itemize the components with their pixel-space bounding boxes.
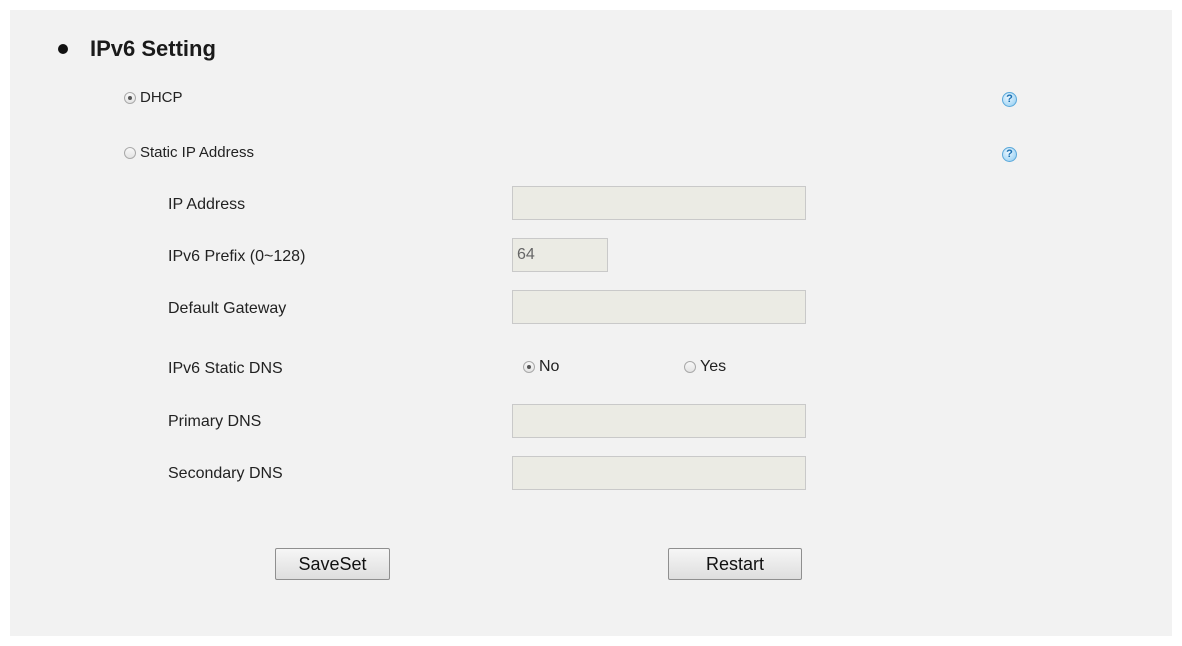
bullet-icon: [58, 44, 68, 54]
secondary-dns-input[interactable]: [512, 456, 806, 490]
section-title-text: IPv6 Setting: [90, 36, 216, 61]
static-dns-yes-radio[interactable]: [684, 361, 696, 373]
static-ip-label: Static IP Address: [140, 144, 254, 161]
primary-dns-input[interactable]: [512, 404, 806, 438]
static-ip-radio[interactable]: [124, 146, 136, 159]
static-dns-no-radio[interactable]: [523, 361, 535, 373]
ip-address-label: IP Address: [168, 196, 246, 213]
primary-dns-label: Primary DNS: [168, 413, 262, 430]
static-dns-no-label: No: [539, 358, 560, 375]
ip-address-input[interactable]: [512, 186, 806, 220]
dhcp-option[interactable]: DHCP: [124, 89, 183, 106]
section-title: IPv6 Setting: [58, 36, 216, 62]
static-ip-help-icon[interactable]: ?: [1002, 147, 1017, 162]
static-dns-yes-label: Yes: [700, 358, 727, 375]
restart-button[interactable]: Restart: [668, 548, 802, 580]
default-gateway-input[interactable]: [512, 290, 806, 324]
ipv6-static-dns-label: IPv6 Static DNS: [168, 360, 283, 377]
dhcp-radio[interactable]: [124, 91, 136, 104]
ipv6-prefix-input[interactable]: [512, 238, 608, 272]
ipv6-prefix-label: IPv6 Prefix (0~128): [168, 248, 306, 265]
static-dns-no-option[interactable]: No: [523, 358, 559, 376]
saveset-button[interactable]: SaveSet: [275, 548, 390, 580]
dhcp-help-icon[interactable]: ?: [1002, 92, 1017, 107]
secondary-dns-label: Secondary DNS: [168, 465, 283, 482]
default-gateway-label: Default Gateway: [168, 300, 287, 317]
static-dns-yes-option[interactable]: Yes: [684, 358, 726, 376]
dhcp-label: DHCP: [140, 89, 183, 106]
static-ip-option[interactable]: Static IP Address: [124, 144, 254, 161]
